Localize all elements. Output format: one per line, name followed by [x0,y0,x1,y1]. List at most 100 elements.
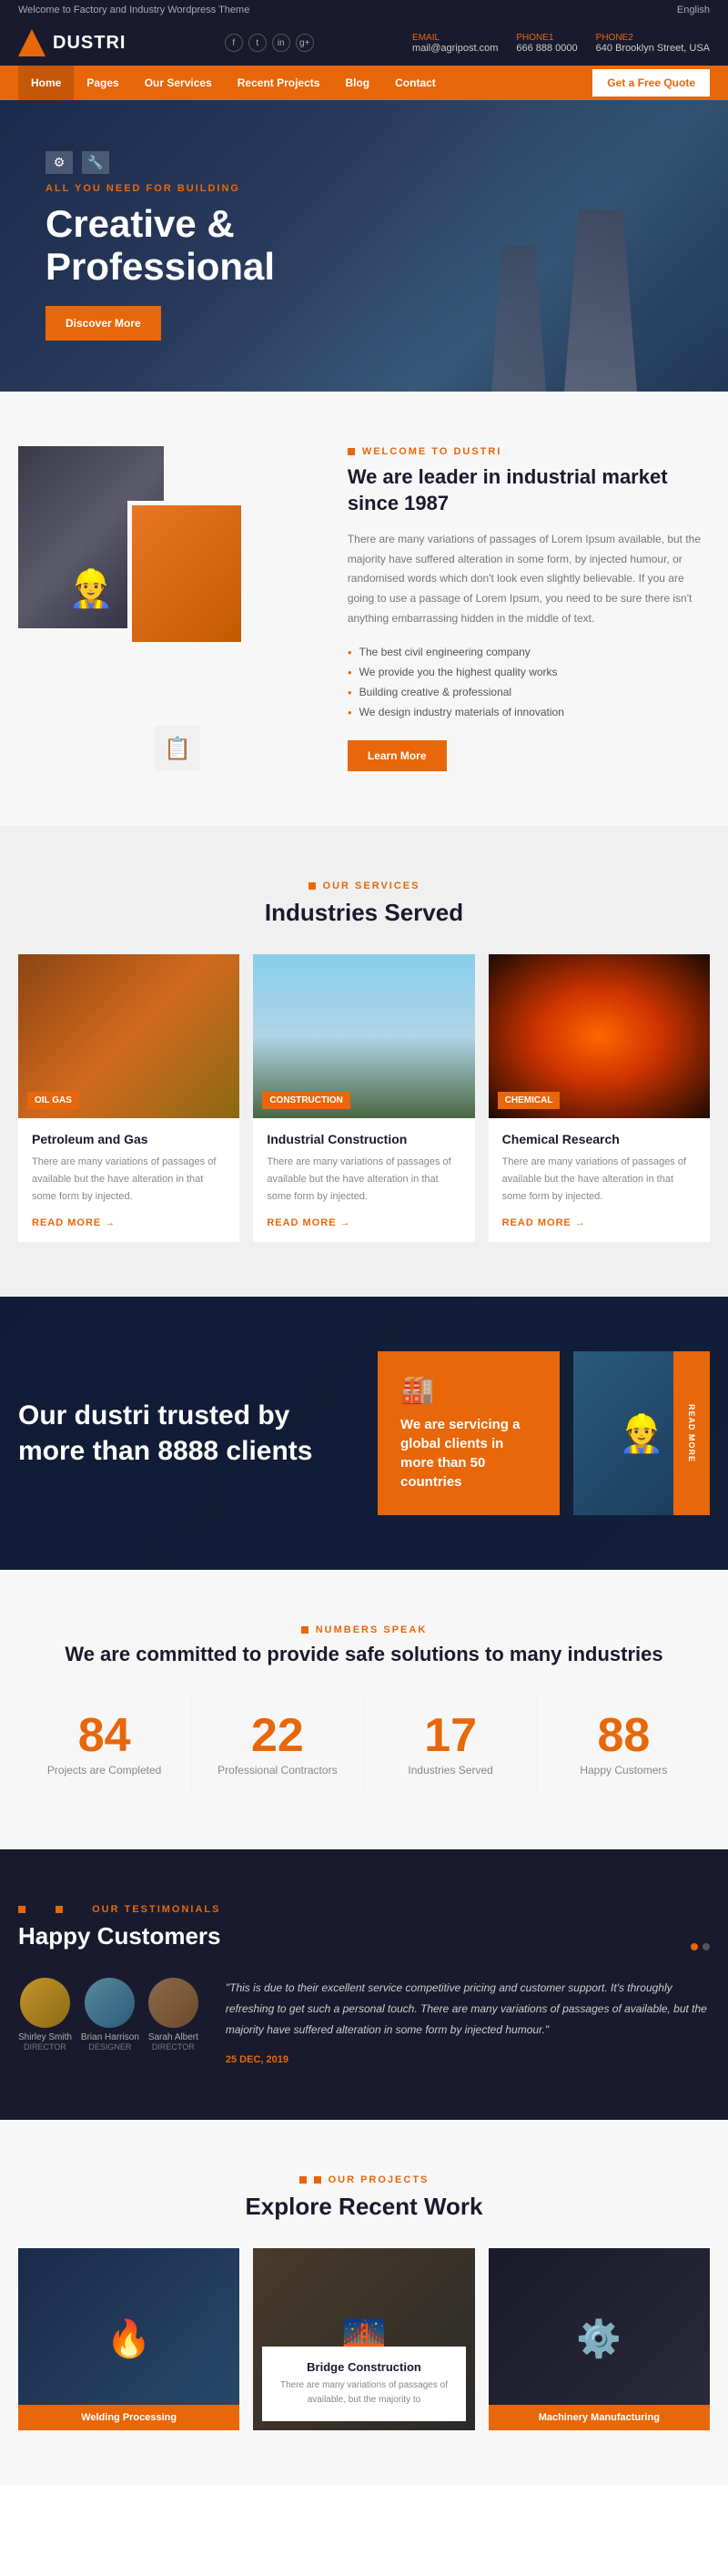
cooling-tower-1 [564,209,637,392]
navigation: Home Pages Our Services Recent Projects … [0,66,728,100]
dot-2[interactable] [703,1943,710,1950]
testimonials-title: Happy Customers [18,1922,221,1950]
trust-orange-text: We are servicing a global clients in mor… [400,1415,537,1492]
petroleum-desc: There are many variations of passages of… [32,1154,226,1205]
hero-subtitle: ALL YOU NEED FOR BUILDING [46,183,275,194]
stat-customers-label: Happy Customers [556,1764,692,1777]
machinery-badge[interactable]: Machinery Manufacturing [489,2405,710,2430]
stat-projects: 84 Projects are Completed [18,1694,191,1795]
about-title: We are leader in industrial market since… [348,464,710,516]
feature-list: The best civil engineering company We pr… [348,642,710,722]
dot-1[interactable] [691,1943,698,1950]
facebook-icon[interactable]: f [225,34,243,52]
project-card-machinery: ⚙️ Machinery Manufacturing [489,2248,710,2430]
top-bar-right: English [677,5,710,15]
industries-title: Industries Served [18,899,710,927]
testimonial-text: "This is due to their excellent service … [226,1978,710,2040]
address-label: PHONE2 [596,33,710,43]
logo-icon [18,29,46,56]
machinery-image: ⚙️ [489,2248,710,2430]
projects-title: Explore Recent Work [18,2193,710,2221]
phone-label: PHONE1 [516,33,577,43]
googleplus-icon[interactable]: g+ [296,34,314,52]
avatar-sarah[interactable]: Sarah Albert DIRECTOR [148,1978,198,2064]
avatar-shirley[interactable]: Shirley Smith DIRECTOR [18,1978,72,2064]
nav-projects[interactable]: Recent Projects [225,66,333,100]
stat-projects-number: 84 [36,1712,172,1759]
projects-tag-dot [314,2176,321,2184]
construction-read-more[interactable]: READ MORE → [267,1217,350,1228]
cooling-tower-2 [491,246,546,392]
petroleum-body: Petroleum and Gas There are many variati… [18,1118,239,1242]
nav-cta-button[interactable]: Get a Free Quote [592,69,710,97]
industries-header: OUR SERVICES Industries Served [18,881,710,927]
hero-cta-button[interactable]: Discover More [46,306,161,341]
nav-links: Home Pages Our Services Recent Projects … [18,66,449,100]
stat-contractors: 22 Professional Contractors [191,1694,364,1795]
avatar-sarah-role: DIRECTOR [148,2042,198,2052]
hero-section: ⚙ 🔧 ALL YOU NEED FOR BUILDING Creative &… [0,100,728,392]
avatar-brian-name: Brian Harrison [81,2032,139,2042]
stat-customers: 88 Happy Customers [538,1694,710,1795]
nav-blog[interactable]: Blog [332,66,382,100]
nav-home[interactable]: Home [18,66,74,100]
hero-content: ⚙ 🔧 ALL YOU NEED FOR BUILDING Creative &… [0,115,320,376]
projects-header: OUR PROJECTS Explore Recent Work [18,2174,710,2221]
industries-section: OUR SERVICES Industries Served OIL GAS P… [0,826,728,1297]
trust-read-more[interactable]: READ MORE [673,1351,710,1515]
avatar-brian-image [85,1978,135,2028]
industries-tag: OUR SERVICES [18,881,710,891]
petroleum-badge: OIL GAS [27,1092,79,1109]
hero-title-line1: Creative & [46,203,275,245]
nav-pages[interactable]: Pages [74,66,131,100]
top-bar-welcome: Welcome to Factory and Industry Wordpres… [18,5,249,15]
feature-item-1: The best civil engineering company [348,642,710,662]
about-tag: WELCOME TO DUSTRI [348,446,710,457]
nav-contact[interactable]: Contact [382,66,449,100]
address-contact: PHONE2 640 Brooklyn Street, USA [596,33,710,54]
email-contact: EMAIL mail@agripost.com [412,33,498,54]
phone-contact: PHONE1 666 888 0000 [516,33,577,54]
avatar-brian[interactable]: Brian Harrison DESIGNER [81,1978,139,2064]
testimonials-tag-text: OUR TESTIMONIALS [92,1904,220,1915]
language-selector[interactable]: English [677,5,710,15]
projects-section: OUR PROJECTS Explore Recent Work 🔥 Weldi… [0,2120,728,2485]
hero-title: Creative & Professional [46,203,275,287]
projects-tag-text: OUR PROJECTS [329,2174,430,2185]
avatar-sarah-image [148,1978,198,2028]
avatar-brian-role: DESIGNER [81,2042,139,2052]
project-card-bridge: 🌉 Bridge Construction There are many var… [253,2248,474,2430]
stat-customers-number: 88 [556,1712,692,1759]
chemical-read-more[interactable]: READ MORE → [502,1217,586,1228]
construction-image: CONSTRUCTION [253,954,474,1118]
chemical-image: CHEMICAL [489,954,710,1118]
chemical-body: Chemical Research There are many variati… [489,1118,710,1242]
stat-industries-label: Industries Served [383,1764,519,1777]
trust-image-box: 👷 READ MORE [573,1351,710,1515]
stats-section: NUMBERS SPEAK We are committed to provid… [0,1570,728,1849]
top-bar: Welcome to Factory and Industry Wordpres… [0,0,728,20]
industry-grid: OIL GAS Petroleum and Gas There are many… [18,954,710,1242]
nav-services[interactable]: Our Services [132,66,225,100]
feature-item-4: We design industry materials of innovati… [348,702,710,722]
stat-contractors-number: 22 [209,1712,345,1759]
hero-tag-icons: ⚙ 🔧 [46,151,275,174]
about-section: 📋 WELCOME TO DUSTRI We are leader in ind… [0,392,728,826]
testimonial-quote: "This is due to their excellent service … [226,1978,710,2064]
stat-industries: 17 Industries Served [365,1694,538,1795]
twitter-icon[interactable]: t [248,34,267,52]
avatar-shirley-image [20,1978,70,2028]
about-icon: 📋 [155,726,200,771]
avatar-shirley-name: Shirley Smith [18,2032,72,2042]
welding-badge[interactable]: Welding Processing [18,2405,239,2430]
testimonials-header-left: OUR TESTIMONIALS Happy Customers [18,1904,221,1950]
hero-industrial-bg [364,100,728,392]
stats-tag: NUMBERS SPEAK [18,1624,710,1635]
logo[interactable]: DUSTRI [18,29,126,56]
petroleum-read-more[interactable]: READ MORE → [32,1217,116,1228]
testimonials-section: OUR TESTIMONIALS Happy Customers Shirley… [0,1849,728,2119]
learn-more-button[interactable]: Learn More [348,740,447,771]
about-description: There are many variations of passages of… [348,530,710,628]
testimonial-date: 25 DEC, 2019 [226,2054,710,2065]
linkedin-icon[interactable]: in [272,34,290,52]
